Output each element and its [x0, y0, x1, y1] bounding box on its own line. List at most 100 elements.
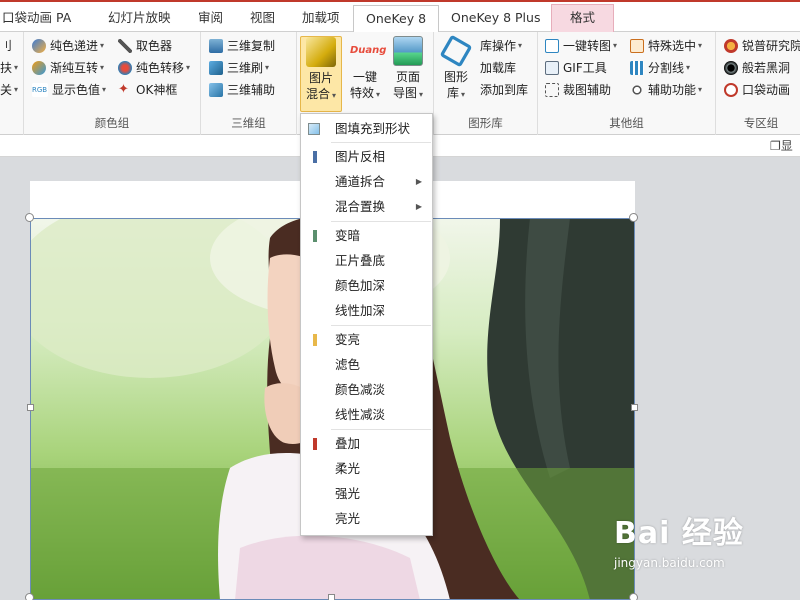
button-ok-god-frame[interactable]: ✦ OK神框	[118, 80, 177, 100]
chevron-down-icon: ▾	[419, 90, 424, 99]
menu-item-overlay[interactable]: 叠加	[301, 432, 432, 456]
tab-review[interactable]: 审阅	[198, 8, 223, 32]
chevron-down-icon: ▾	[613, 41, 618, 50]
tab-view[interactable]: 视图	[250, 8, 275, 32]
button-3d-assist[interactable]: 三维辅助	[209, 80, 275, 100]
button-library-ops[interactable]: 库操作 ▾	[480, 36, 522, 56]
group-label-other: 其他组	[609, 116, 644, 130]
partial-btn-2[interactable]: 扶 ▾	[0, 58, 18, 78]
menu-item-lighten[interactable]: 变亮	[301, 328, 432, 352]
eyedropper-icon	[118, 39, 132, 53]
menu-item-blend-replace[interactable]: 混合置换 ▶	[301, 195, 432, 219]
menu-separator	[331, 429, 431, 430]
3d-copy-icon	[209, 39, 223, 53]
menu-item-linear-dodge[interactable]: 线性减淡	[301, 403, 432, 427]
menu-item-hard-light[interactable]: 强光	[301, 482, 432, 506]
button-load-library[interactable]: 加载库	[480, 58, 516, 78]
crop-icon	[545, 83, 559, 97]
chevron-right-icon: ▶	[415, 177, 422, 186]
partial-btn-3[interactable]: 关 ▾	[0, 80, 18, 100]
tab-format[interactable]: 格式	[551, 4, 615, 34]
button-add-to-library[interactable]: 添加到库	[480, 80, 528, 100]
palette-icon	[32, 39, 46, 53]
chevron-down-icon: ▾	[698, 41, 703, 50]
resize-handle-left[interactable]	[27, 404, 34, 411]
chevron-down-icon: ▾	[14, 63, 19, 72]
button-shape-library[interactable]: 图形 库 ▾	[438, 34, 474, 112]
button-one-click-effects[interactable]: Duang 一键 特效 ▾	[344, 36, 386, 112]
button-3d-brush[interactable]: 三维刷 ▾	[209, 58, 269, 78]
menu-item-soft-light[interactable]: 柔光	[301, 457, 432, 481]
image-layers-icon	[306, 37, 336, 67]
button-pocket-animation[interactable]: 口袋动画	[724, 80, 790, 100]
button-crop-assist[interactable]: 裁图辅助	[545, 80, 611, 100]
resize-handle-top-right[interactable]	[629, 213, 638, 222]
button-special-select[interactable]: 特殊选中 ▾	[630, 36, 702, 56]
button-image-blend[interactable]: 图片 混合 ▾	[300, 36, 342, 112]
menu-item-darken[interactable]: 变暗	[301, 224, 432, 248]
chevron-down-icon: ▾	[186, 63, 191, 72]
group-label-special: 专区组	[743, 116, 779, 130]
chevron-down-icon: ▾	[332, 91, 337, 100]
button-assist-functions[interactable]: 辅助功能 ▾	[630, 80, 702, 100]
chevron-down-icon: ▾	[100, 41, 105, 50]
resize-handle-top-left[interactable]	[25, 213, 34, 222]
ruipu-logo-icon	[724, 39, 738, 53]
button-ruipu-institute[interactable]: 锐普研究院	[724, 36, 800, 56]
button-3d-copy[interactable]: 三维复制	[209, 36, 275, 56]
menu-separator	[331, 221, 431, 222]
group-partial: 刂 扶 ▾ 关 ▾	[0, 32, 24, 135]
menu-item-screen[interactable]: 滤色	[301, 353, 432, 377]
group-3d: 三维复制 三维刷 ▾ 三维辅助 三维组	[201, 32, 297, 135]
restore-window-button[interactable]: ❐显	[770, 137, 800, 155]
ok-frame-icon: ✦	[118, 82, 129, 97]
button-page-export[interactable]: 页面 导图 ▾	[387, 36, 429, 112]
group-label-color: 颜色组	[94, 116, 130, 130]
fill-shape-icon	[308, 123, 320, 135]
menu-item-invert[interactable]: 图片反相	[301, 145, 432, 169]
button-show-color-value[interactable]: RGB 显示色值 ▾	[32, 80, 106, 100]
duang-icon: Duang	[350, 45, 387, 56]
button-solid-transfer[interactable]: 纯色转移 ▾	[118, 58, 190, 78]
button-one-click-to-image[interactable]: 一键转图 ▾	[545, 36, 617, 56]
chevron-down-icon: ▾	[265, 63, 270, 72]
chevron-down-icon: ▾	[461, 90, 466, 99]
menu-item-linear-burn[interactable]: 线性加深	[301, 299, 432, 323]
partial-btn-1[interactable]: 刂	[0, 36, 12, 56]
tab-pocket-animation[interactable]: 口袋动画 PA	[2, 8, 71, 32]
resize-handle-right[interactable]	[631, 404, 638, 411]
menu-item-multiply[interactable]: 正片叠底	[301, 249, 432, 273]
tab-addins[interactable]: 加载项	[302, 8, 340, 32]
resize-handle-bottom-right[interactable]	[629, 593, 638, 600]
select-icon	[630, 39, 644, 53]
resize-handle-bottom[interactable]	[328, 594, 335, 600]
menu-item-fill-to-shape[interactable]: 图填充到形状	[301, 117, 432, 141]
button-color-picker[interactable]: 取色器	[118, 36, 172, 56]
restore-window-icon: ❐	[770, 139, 781, 153]
grid-split-icon	[630, 61, 644, 75]
tab-onekey8-plus[interactable]: OneKey 8 Plus	[451, 8, 540, 32]
group-shape-library: 图形 库 ▾ 库操作 ▾ 加载库 添加到库 图形库	[434, 32, 538, 135]
menu-item-color-burn[interactable]: 颜色加深	[301, 274, 432, 298]
button-prajna-blackhole[interactable]: 般若黑洞	[724, 58, 790, 78]
chevron-down-icon: ▾	[100, 63, 105, 72]
button-solid-gradient[interactable]: 纯色递进 ▾	[32, 36, 104, 56]
group-label-3d: 三维组	[231, 116, 266, 130]
button-divider-line[interactable]: 分割线 ▾	[630, 58, 690, 78]
button-gradient-swap[interactable]: 渐纯互转 ▾	[32, 58, 104, 78]
group-label-shape-library: 图形库	[468, 116, 503, 130]
resize-handle-bottom-left[interactable]	[25, 593, 34, 600]
chevron-down-icon: ▾	[14, 85, 19, 94]
menu-item-color-dodge[interactable]: 颜色减淡	[301, 378, 432, 402]
tab-onekey8[interactable]: OneKey 8	[353, 5, 440, 34]
button-gif-tool[interactable]: GIF工具	[545, 58, 607, 78]
menu-item-vivid-light[interactable]: 亮光	[301, 507, 432, 531]
image-blend-menu: 图填充到形状 图片反相 通道拆合 ▶ 混合置换 ▶ 变暗 正片叠底 颜色加深 线性加…	[300, 113, 433, 536]
assist-icon	[630, 83, 644, 97]
chevron-down-icon: ▾	[518, 41, 523, 50]
menu-separator	[331, 325, 431, 326]
pocket-animation-icon	[724, 83, 738, 97]
group-color: 纯色递进 ▾ 渐纯互转 ▾ RGB 显示色值 ▾ 取色器 纯色转移 ▾ ✦ OK神框 颜…	[24, 32, 201, 135]
menu-item-channel-split[interactable]: 通道拆合 ▶	[301, 170, 432, 194]
tab-slideshow[interactable]: 幻灯片放映	[108, 8, 171, 32]
